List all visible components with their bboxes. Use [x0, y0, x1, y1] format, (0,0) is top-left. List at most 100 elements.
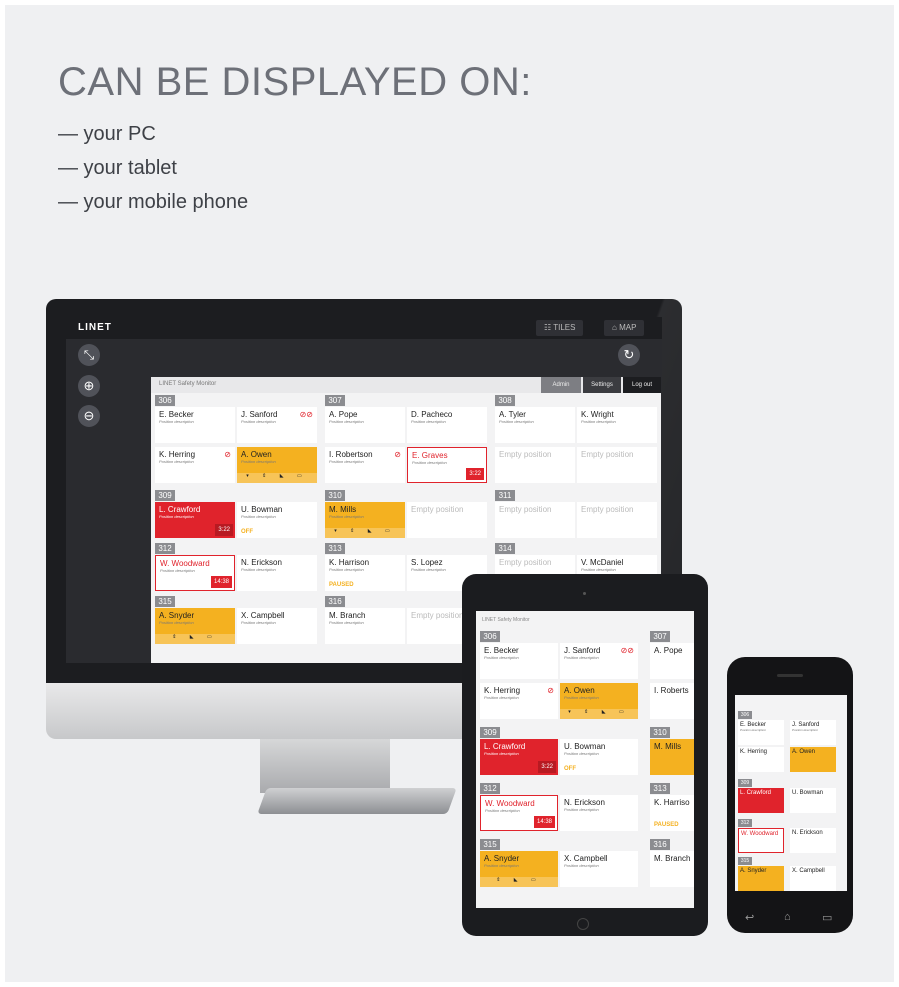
device-list: — your PC — your tablet — your mobile ph…	[58, 117, 248, 219]
patient-tile-warning[interactable]: M. Mills Position description ▾ ⇕ ◣ ▭	[325, 502, 405, 538]
bed-status-icons: ⇕ ◣ ▭	[155, 634, 235, 644]
patient-tile-warning[interactable]: A. Owen Position description ▾ ⇕ ◣ ▭	[560, 683, 638, 719]
patient-tile[interactable]: K. Herring Position description ⊘	[155, 447, 235, 483]
collapse-icon[interactable]: ⤡	[78, 344, 100, 366]
logout-button[interactable]: Log out	[623, 377, 661, 393]
timer: 14:38	[210, 576, 232, 588]
room-306: 306 E. Becker Position description J. Sa…	[155, 395, 323, 487]
room-number: 306	[155, 395, 175, 406]
room-308: 308 A. Tyler Position description K. Wri…	[495, 395, 661, 487]
room-number: 307	[325, 395, 345, 406]
patient-tile[interactable]: K. Wright Position description	[577, 407, 657, 443]
patient-tile[interactable]: K. Herring Position description ⊘	[480, 683, 558, 719]
room-309: 309 L. Crawford Position description 3:2…	[155, 490, 323, 540]
patient-tile[interactable]: N. Erickson Position description	[560, 795, 638, 831]
tablet-screen: LINET Safety Monitor 306 E. Becker Posit…	[476, 611, 694, 908]
patient-tile-warning[interactable]: A. Owen	[790, 747, 836, 772]
camera-icon	[583, 592, 586, 595]
patient-tile[interactable]: I. Roberts	[650, 683, 694, 719]
room-310: 310 M. Mills Position description ▾ ⇕ ◣ …	[325, 490, 493, 540]
room-307: 307 A. Pope Position description D. Pach…	[325, 395, 493, 487]
patient-tile[interactable]: N. Erickson Position description	[237, 555, 317, 591]
patient-tile-alarm[interactable]: L. Crawford	[738, 788, 784, 813]
patient-tile[interactable]: J. Sanford Position description	[790, 720, 836, 745]
patient-tile[interactable]: U. Bowman Position description OFF	[560, 739, 638, 775]
home-button-icon[interactable]	[577, 918, 589, 930]
patient-tile[interactable]: M. Branch Position description	[325, 608, 405, 644]
patient-tile[interactable]: A. Pope Position description	[325, 407, 405, 443]
off-status: OFF	[241, 529, 253, 535]
patient-tile[interactable]: D. Pacheco Position description	[407, 407, 487, 443]
patient-tile[interactable]: X. Campbell	[790, 866, 836, 891]
top-bar: LINET ☷ TILES ⌂ MAP	[66, 317, 662, 339]
admin-button[interactable]: Admin	[541, 377, 581, 393]
patient-tile[interactable]: J. Sanford Position description ⊘⊘	[560, 643, 638, 679]
bed-status-icons: ▾ ⇕ ◣ ▭	[325, 528, 405, 538]
patient-tile[interactable]: X. Campbell Position description	[237, 608, 317, 644]
paused-status: PAUSED	[329, 582, 354, 588]
patient-tile[interactable]: J. Sanford Position description ⊘⊘	[237, 407, 317, 443]
patient-tile-warning[interactable]: M. Mills	[650, 739, 694, 775]
map-view-button[interactable]: ⌂ MAP	[604, 320, 645, 336]
zoom-in-icon[interactable]: ⊕	[78, 375, 100, 397]
patient-tile[interactable]: K. Harriso PAUSED	[650, 795, 694, 831]
timer: 3:22	[215, 524, 233, 536]
patient-tile-alarm[interactable]: L. Crawford Position description 3:22	[480, 739, 558, 775]
patient-tile-warning[interactable]: A. Owen Position description ▾ ⇕ ◣ ▭	[237, 447, 317, 483]
home-icon[interactable]: ⌂	[784, 911, 791, 923]
patient-tile-warning[interactable]: A. Snyder	[738, 866, 784, 891]
patient-tile[interactable]: E. Becker Position description	[155, 407, 235, 443]
patient-tile-warning[interactable]: A. Snyder Position description ⇕ ◣ ▭	[155, 608, 235, 644]
patient-tile[interactable]: N. Erickson	[790, 828, 836, 853]
patient-tile-alarm[interactable]: W. Woodward	[738, 828, 784, 853]
alert-off-icon: ⊘⊘	[299, 410, 313, 419]
room-311: 311 Empty position Empty position	[495, 490, 661, 540]
app-brand: LINET Safety Monitor	[159, 381, 217, 387]
recent-apps-icon[interactable]: ▭	[822, 911, 832, 924]
patient-tile[interactable]: A. Tyler Position description	[495, 407, 575, 443]
zoom-out-icon[interactable]: ⊖	[78, 405, 100, 427]
app-header: LINET Safety Monitor Admin Settings Log …	[151, 377, 661, 393]
patient-tile-alarm[interactable]: W. Woodward Position description 14:38	[480, 795, 558, 831]
timer: 3:22	[466, 468, 484, 480]
patient-tile[interactable]: K. Harrison Position description PAUSED	[325, 555, 405, 591]
patient-tile[interactable]: U. Bowman	[790, 788, 836, 813]
monitor-stand	[260, 739, 390, 793]
patient-tile-alarm[interactable]: W. Woodward Position description 14:38	[155, 555, 235, 591]
headline: CAN BE DISPLAYED ON:	[58, 60, 532, 104]
phone: 306 E. Becker Position description J. Sa…	[727, 657, 853, 933]
patient-tile-alarm[interactable]: L. Crawford Position description 3:22	[155, 502, 235, 538]
back-icon[interactable]: ↩	[745, 911, 754, 924]
alert-off-icon: ⊘	[394, 450, 401, 459]
patient-tile[interactable]: A. Pope	[650, 643, 694, 679]
patient-tile[interactable]: E. Becker Position description	[480, 643, 558, 679]
patient-tile[interactable]: X. Campbell Position description	[560, 851, 638, 887]
patient-tile[interactable]: M. Branch	[650, 851, 694, 887]
patient-tile-alarm[interactable]: E. Graves Position description 3:22	[407, 447, 487, 483]
bed-status-icons: ▾ ⇕ ◣ ▭	[237, 473, 317, 483]
tablet: LINET Safety Monitor 306 E. Becker Posit…	[462, 574, 708, 936]
patient-tile[interactable]: E. Becker Position description	[738, 720, 784, 745]
room-number: 308	[495, 395, 515, 406]
patient-tile[interactable]: K. Herring	[738, 747, 784, 772]
refresh-icon[interactable]: ↻	[618, 344, 640, 366]
tiles-view-button[interactable]: ☷ TILES	[536, 320, 584, 336]
room-315: 315 A. Snyder Position description ⇕ ◣ ▭…	[155, 596, 323, 646]
phone-screen: 306 E. Becker Position description J. Sa…	[735, 695, 847, 891]
alert-off-icon: ⊘	[547, 686, 554, 695]
alert-off-icon: ⊘⊘	[620, 646, 634, 655]
linet-logo: LINET	[78, 322, 112, 333]
empty-tile[interactable]: Empty position	[577, 447, 657, 483]
empty-tile[interactable]: Empty position	[495, 502, 575, 538]
device-item-tablet: — your tablet	[58, 157, 177, 179]
monitor-foot	[257, 788, 457, 814]
patient-tile[interactable]: I. Robertson Position description ⊘	[325, 447, 405, 483]
empty-tile[interactable]: Empty position	[407, 502, 487, 538]
empty-tile[interactable]: Empty position	[495, 447, 575, 483]
patient-tile[interactable]: U. Bowman Position description OFF	[237, 502, 317, 538]
empty-tile[interactable]: Empty position	[577, 502, 657, 538]
alert-off-icon: ⊘	[224, 450, 231, 459]
settings-button[interactable]: Settings	[583, 377, 621, 393]
patient-tile-warning[interactable]: A. Snyder Position description ⇕ ◣ ▭	[480, 851, 558, 887]
device-item-pc: — your PC	[58, 123, 156, 145]
